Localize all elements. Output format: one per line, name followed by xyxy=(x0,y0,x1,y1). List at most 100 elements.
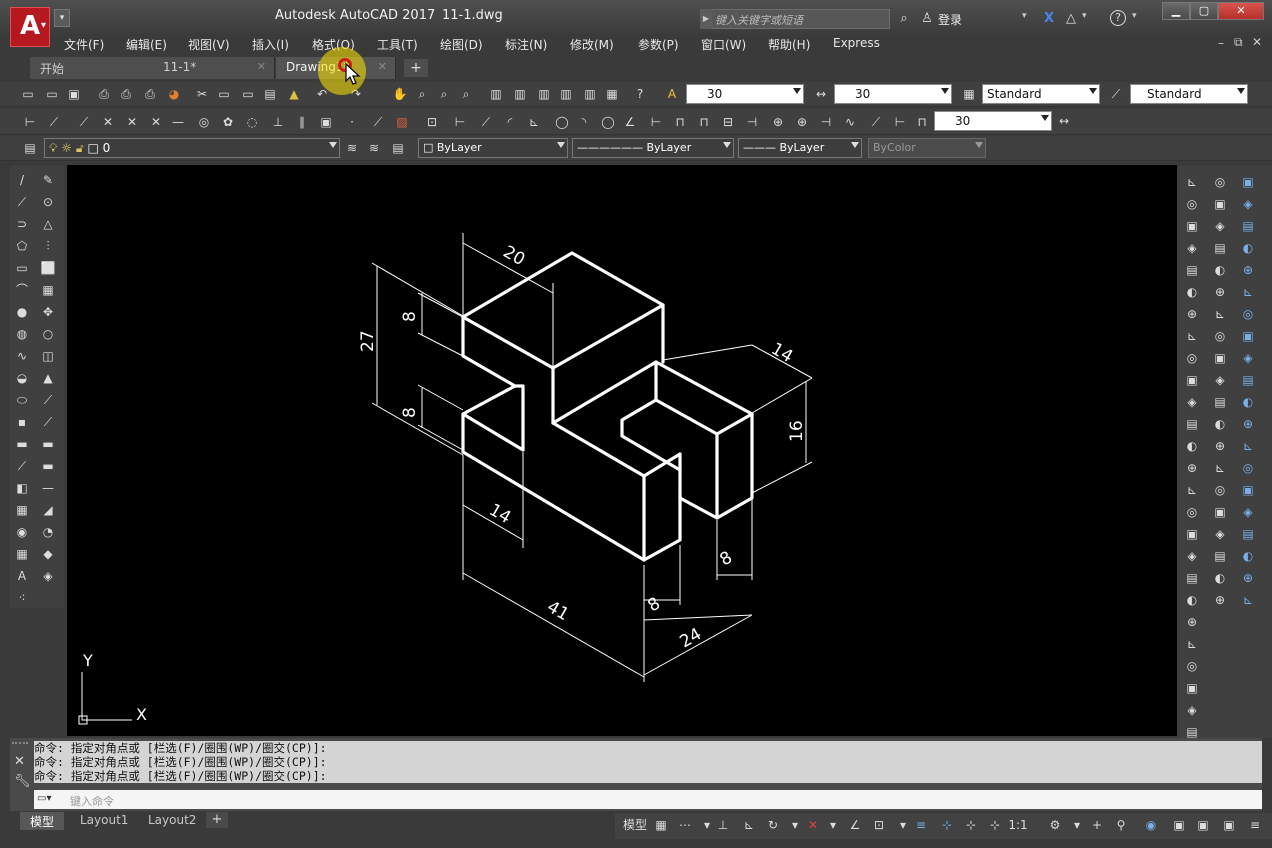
dim-arc-icon[interactable]: ◜ xyxy=(502,114,518,130)
draw-tool-icon[interactable]: ⬠ xyxy=(14,238,30,254)
dim-space-icon[interactable]: ⊟ xyxy=(720,114,736,130)
palette-tool-icon[interactable]: ◈ xyxy=(1184,394,1200,410)
modify-tool-icon[interactable]: ◢ xyxy=(40,502,56,518)
dim-break-icon[interactable]: ⊣ xyxy=(744,114,760,130)
text-style-combo[interactable]: Standard xyxy=(982,84,1100,104)
menu-parameter[interactable]: 参数(P) xyxy=(638,36,679,53)
modify-tool-icon[interactable]: ▦ xyxy=(40,282,56,298)
dim-style-combo[interactable]: Standard xyxy=(1130,84,1248,104)
layout-tab-layout2[interactable]: Layout2 xyxy=(138,812,206,830)
plus-icon[interactable]: + xyxy=(1088,816,1106,834)
palette-tool-icon[interactable]: ◎ xyxy=(1240,306,1256,322)
layer-properties-icon[interactable]: ▤ xyxy=(22,140,38,156)
palette-tool-icon[interactable]: ◈ xyxy=(1240,350,1256,366)
draw-tool-icon[interactable]: ⟋ xyxy=(14,458,30,474)
palette-tool-icon[interactable]: ◐ xyxy=(1184,592,1200,608)
snap-perp-icon[interactable]: ⊥ xyxy=(270,114,286,130)
layer-previous-icon[interactable]: ≋ xyxy=(366,140,382,156)
inspect-icon[interactable]: ⊣ xyxy=(818,114,834,130)
help-dropdown-icon[interactable]: ▾ xyxy=(1132,11,1137,21)
palette-tool-icon[interactable]: ⊾ xyxy=(1184,636,1200,652)
menu-window[interactable]: 窗口(W) xyxy=(701,36,746,53)
modify-tool-icon[interactable]: ◆ xyxy=(40,546,56,562)
palette-tool-icon[interactable]: ◐ xyxy=(1184,284,1200,300)
draw-tool-icon[interactable]: ▦ xyxy=(14,502,30,518)
palette-tool-icon[interactable]: ⊕ xyxy=(1184,460,1200,476)
dim-baseline-icon[interactable]: ⊓ xyxy=(672,114,688,130)
command-prompt-icon[interactable]: ▭▾ xyxy=(37,793,61,807)
menu-express[interactable]: Express xyxy=(833,36,880,50)
palette-tool-icon[interactable]: ◎ xyxy=(1212,174,1228,190)
palette-tool-icon[interactable]: ◎ xyxy=(1212,482,1228,498)
osnap-icon[interactable]: ✕ xyxy=(804,816,822,834)
palette-tool-icon[interactable]: ◈ xyxy=(1212,372,1228,388)
annotation-icon[interactable]: ⊹ xyxy=(986,816,1004,834)
dim-aligned-icon[interactable]: ⟋ xyxy=(46,114,62,130)
palette-tool-icon[interactable]: ⊾ xyxy=(1184,328,1200,344)
annotation-visibility-icon[interactable]: ⊹ xyxy=(938,816,956,834)
draw-tool-icon[interactable]: / xyxy=(14,172,30,188)
modify-tool-icon[interactable]: ◫ xyxy=(40,348,56,364)
plotstyle-combo[interactable]: ByColor xyxy=(868,138,986,158)
polar-icon[interactable]: ⊾ xyxy=(740,816,758,834)
cut-icon[interactable]: ✂ xyxy=(194,86,210,102)
menu-view[interactable]: 视图(V) xyxy=(188,36,230,53)
snap-mode-icon[interactable]: ⋯ xyxy=(676,816,694,834)
draw-tool-icon[interactable]: A xyxy=(14,568,30,584)
isodraft-icon[interactable]: ∠ xyxy=(846,816,864,834)
help-icon[interactable]: ? xyxy=(1110,10,1126,26)
osnap-dropdown-icon[interactable]: ▾ xyxy=(786,816,804,834)
markup-icon[interactable]: ▥ xyxy=(582,86,598,102)
modify-tool-icon[interactable]: ⊙ xyxy=(40,194,56,210)
lineweight-combo[interactable]: ——— ByLayer xyxy=(738,138,862,158)
menu-modify[interactable]: 修改(M) xyxy=(570,36,614,53)
draw-tool-icon[interactable]: ⟋ xyxy=(14,194,30,210)
snap-ins-icon[interactable]: ▣ xyxy=(318,114,334,130)
modify-tool-icon[interactable]: ⫶ xyxy=(40,238,56,254)
draw-tool-icon[interactable]: ▪ xyxy=(14,414,30,430)
palette-tool-icon[interactable]: ▣ xyxy=(1240,482,1256,498)
application-menu-button[interactable]: A ▾ xyxy=(10,7,50,47)
draw-tool-icon[interactable]: ⁖ xyxy=(14,590,30,606)
new-tab-button[interactable]: + xyxy=(404,59,428,77)
workspace-icon[interactable]: ⚙ xyxy=(1046,816,1064,834)
zoom-window-icon[interactable]: ⌕ xyxy=(436,86,452,102)
snap-near-icon[interactable]: ⟋ xyxy=(370,114,386,130)
palette-tool-icon[interactable]: ◐ xyxy=(1240,240,1256,256)
dim-ordinate-icon[interactable]: ⊾ xyxy=(526,114,542,130)
ws-dropdown-icon[interactable]: ▾ xyxy=(1068,816,1086,834)
sun-icon[interactable]: ☼ xyxy=(61,141,72,155)
new-layout-button[interactable]: + xyxy=(206,812,228,828)
palette-tool-icon[interactable]: ▣ xyxy=(1184,526,1200,542)
modify-tool-icon[interactable]: ✥ xyxy=(40,304,56,320)
palette-tool-icon[interactable]: ◎ xyxy=(1184,196,1200,212)
dim-text-edit-icon[interactable]: ⊢ xyxy=(892,114,908,130)
palette-tool-icon[interactable]: ◎ xyxy=(1212,328,1228,344)
palette-tool-icon[interactable]: ◐ xyxy=(1212,416,1228,432)
palette-tool-icon[interactable]: ▣ xyxy=(1184,680,1200,696)
autoscale-icon[interactable]: ⊹ xyxy=(962,816,980,834)
palette-tool-icon[interactable]: ◈ xyxy=(1184,702,1200,718)
quickcalc-icon[interactable]: ▦ xyxy=(604,86,620,102)
properties-status-icon[interactable]: ▣ xyxy=(1194,816,1212,834)
snap-par-icon[interactable]: ∥ xyxy=(294,114,310,130)
palette-tool-icon[interactable]: ▤ xyxy=(1240,526,1256,542)
palette-tool-icon[interactable]: ▤ xyxy=(1184,416,1200,432)
palette-tool-icon[interactable]: ⊾ xyxy=(1212,306,1228,322)
modify-tool-icon[interactable]: ○ xyxy=(40,326,56,342)
lock-icon[interactable]: 🔓︎ xyxy=(76,141,84,155)
snap-quad-icon[interactable]: ✿ xyxy=(220,114,236,130)
drawing-area[interactable]: 20 8 27 8 14 16 14 8 41 8 24 Y X xyxy=(67,165,1177,736)
snap-center-icon[interactable]: ◎ xyxy=(196,114,212,130)
menu-file[interactable]: 文件(F) xyxy=(64,36,104,53)
snap-mid-icon[interactable]: ✕ xyxy=(100,114,116,130)
palette-tool-icon[interactable]: ▣ xyxy=(1212,196,1228,212)
snap-app-icon[interactable]: ✕ xyxy=(148,114,164,130)
dim-angular-icon[interactable]: ∠ xyxy=(622,114,638,130)
dim-update-icon[interactable]: ↔ xyxy=(1056,113,1072,129)
search-expand-icon[interactable]: ▶ xyxy=(700,9,712,29)
palette-tool-icon[interactable]: ◎ xyxy=(1184,658,1200,674)
color-combo[interactable]: □ ByLayer xyxy=(418,138,568,158)
copy-icon[interactable]: ▭ xyxy=(216,86,232,102)
palette-tool-icon[interactable]: ▤ xyxy=(1240,372,1256,388)
